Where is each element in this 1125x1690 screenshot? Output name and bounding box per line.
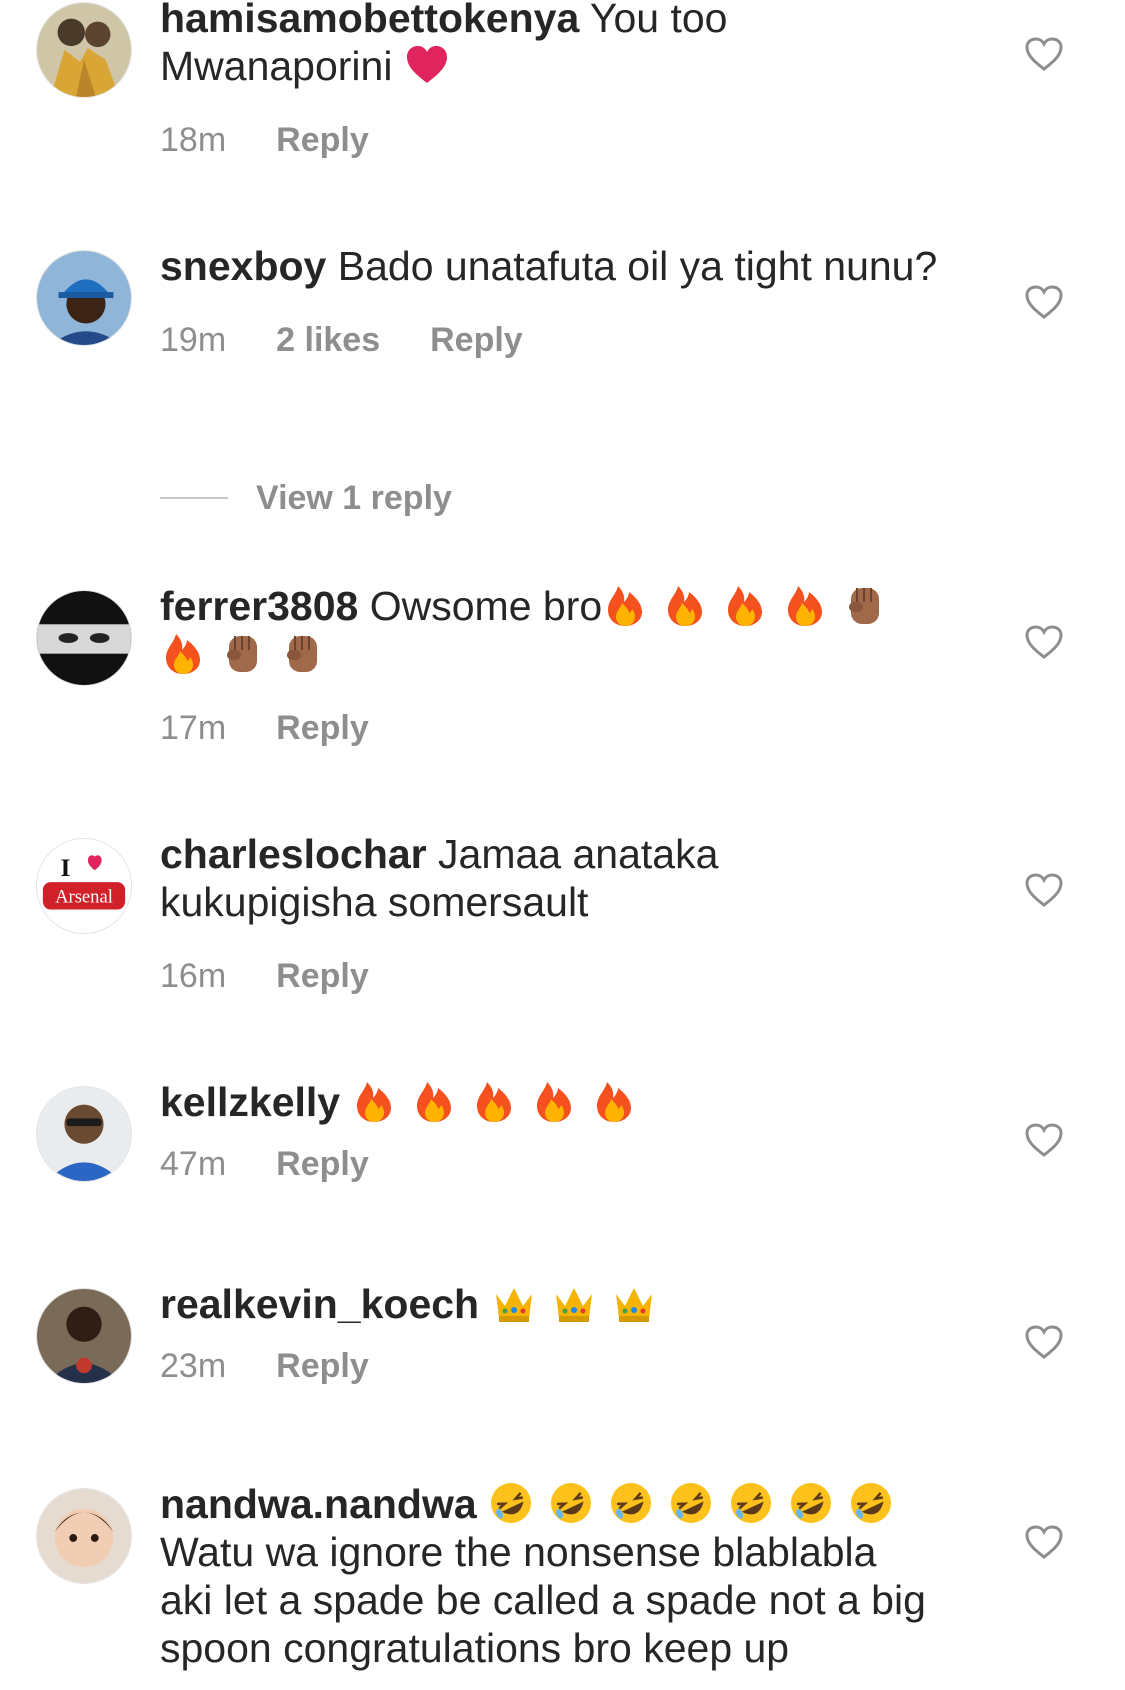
- reply-button[interactable]: Reply: [276, 120, 369, 160]
- avatar[interactable]: I Arsenal: [36, 838, 132, 934]
- fire-emoji: [411, 1078, 457, 1124]
- rofl-emoji: [848, 1480, 894, 1526]
- comment-message: Watu wa ignore the nonsense blablabla ak…: [160, 1529, 926, 1671]
- avatar[interactable]: [36, 1086, 132, 1182]
- like-button[interactable]: [1024, 284, 1064, 320]
- rofl-emoji: [488, 1480, 534, 1526]
- fire-emoji: [662, 582, 708, 628]
- comment-time: 16m: [160, 957, 227, 995]
- comment-text: realkevin_koech: [160, 1280, 940, 1328]
- avatar[interactable]: [36, 250, 132, 346]
- heart-outline-icon: [1025, 873, 1063, 907]
- fire-emoji: [471, 1078, 517, 1124]
- rofl-emoji: [788, 1480, 834, 1526]
- raised-fist-emoji: [842, 582, 888, 628]
- like-button[interactable]: [1024, 872, 1064, 908]
- comment-username[interactable]: realkevin_koech: [160, 1281, 479, 1327]
- comment-message: Owsome bro: [369, 583, 603, 629]
- like-button[interactable]: [1024, 1324, 1064, 1360]
- comment-time: 18m: [160, 121, 227, 159]
- like-button[interactable]: [1024, 36, 1064, 72]
- comment-text: snexboy Bado unatafuta oil ya tight nunu…: [160, 242, 940, 290]
- like-button[interactable]: [1024, 1122, 1064, 1158]
- comment-username[interactable]: nandwa.nandwa: [160, 1481, 477, 1527]
- avatar[interactable]: [36, 590, 132, 686]
- reply-button[interactable]: Reply: [276, 708, 369, 748]
- rofl-emoji: [728, 1480, 774, 1526]
- reply-divider: [160, 497, 228, 499]
- rofl-emoji: [668, 1480, 714, 1526]
- red-heart-emoji: [404, 42, 450, 88]
- heart-outline-icon: [1025, 1325, 1063, 1359]
- like-button[interactable]: [1024, 624, 1064, 660]
- heart-outline-icon: [1025, 37, 1063, 71]
- comment-message: Bado unatafuta oil ya tight nunu?: [337, 243, 938, 289]
- avatar[interactable]: [36, 1288, 132, 1384]
- view-replies-button[interactable]: View 1 reply: [160, 476, 452, 520]
- comment-username[interactable]: kellzkelly: [160, 1079, 340, 1125]
- fire-emoji: [591, 1078, 637, 1124]
- comment-username[interactable]: ferrer3808: [160, 583, 358, 629]
- comment-text: kellzkelly: [160, 1078, 940, 1126]
- reply-button[interactable]: Reply: [276, 956, 369, 996]
- fire-emoji: [722, 582, 768, 628]
- comment-username[interactable]: hamisamobettokenya: [160, 0, 579, 41]
- crown-emoji: [491, 1280, 537, 1326]
- fire-emoji: [531, 1078, 577, 1124]
- comment-time: 47m: [160, 1145, 227, 1183]
- fire-emoji: [782, 582, 828, 628]
- comment-time: 19m: [160, 321, 227, 359]
- avatar-badge-text: Arsenal: [55, 887, 113, 908]
- comment-time: 17m: [160, 709, 227, 747]
- reply-button[interactable]: Reply: [276, 1144, 369, 1184]
- likes-count[interactable]: 2 likes: [276, 320, 380, 360]
- comment-time: 23m: [160, 1347, 227, 1385]
- comment-text: ferrer3808 Owsome bro: [160, 582, 940, 678]
- reply-button[interactable]: Reply: [276, 1346, 369, 1386]
- view-replies-label: View 1 reply: [256, 478, 452, 517]
- rofl-emoji: [608, 1480, 654, 1526]
- comment-username[interactable]: snexboy: [160, 243, 326, 289]
- crown-emoji: [611, 1280, 657, 1326]
- like-button[interactable]: [1024, 1524, 1064, 1560]
- reply-button[interactable]: Reply: [430, 320, 523, 360]
- crown-emoji: [551, 1280, 597, 1326]
- fire-emoji: [602, 582, 648, 628]
- comment-text: charleslochar Jamaa anataka kukupigisha …: [160, 830, 940, 926]
- raised-fist-emoji: [220, 630, 266, 676]
- comment-username[interactable]: charleslochar: [160, 831, 427, 877]
- raised-fist-emoji: [280, 630, 326, 676]
- rofl-emoji: [548, 1480, 594, 1526]
- avatar[interactable]: [36, 1488, 132, 1584]
- heart-outline-icon: [1025, 285, 1063, 319]
- comment-text: nandwa.nandwa Watu wa ignore the nonsens…: [160, 1480, 940, 1672]
- heart-outline-icon: [1025, 625, 1063, 659]
- comment-text: hamisamobettokenya You too Mwanaporini: [160, 0, 940, 90]
- heart-outline-icon: [1025, 1525, 1063, 1559]
- heart-outline-icon: [1025, 1123, 1063, 1157]
- fire-emoji: [160, 630, 206, 676]
- avatar[interactable]: [36, 2, 132, 98]
- fire-emoji: [351, 1078, 397, 1124]
- avatar-badge-text: I: [61, 853, 71, 882]
